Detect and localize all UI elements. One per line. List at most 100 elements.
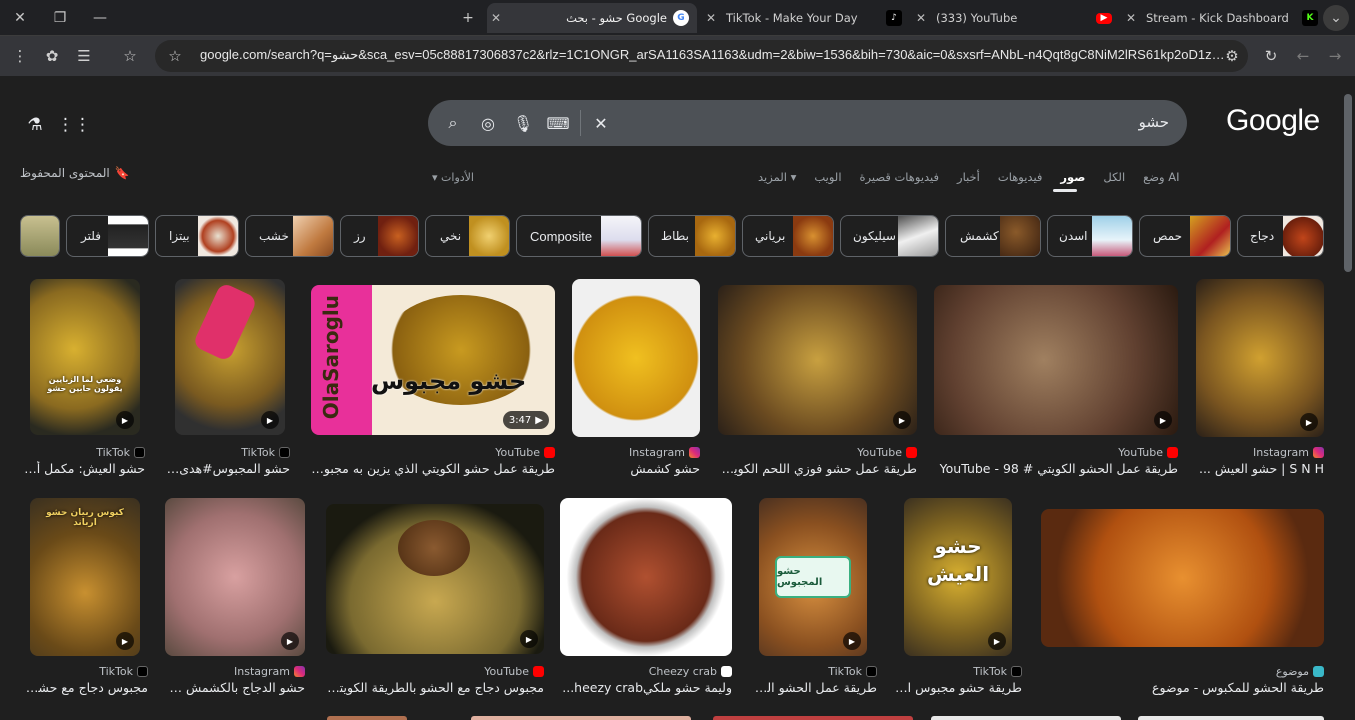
mawdoo3-icon [1313, 666, 1324, 677]
menu-dots-icon[interactable]: ⋮ [8, 44, 32, 68]
tab-ai-mode[interactable]: وضع AI [1143, 170, 1179, 184]
search-box[interactable]: ⌕ ◎ 🎙 ⌨ ✕ حشو [428, 100, 1187, 146]
bookmark-star-icon[interactable]: ☆ [118, 44, 142, 68]
result-title: حشو الدجاج بالكشمش والد... [165, 680, 305, 695]
scrollbar-thumb[interactable] [1344, 94, 1352, 272]
reading-list-icon[interactable]: ☰ [72, 44, 96, 68]
tab-title: (333) YouTube [936, 11, 1018, 25]
chip-silicone[interactable]: سيليكون [840, 215, 939, 257]
minimize-window-icon[interactable]: — [86, 4, 114, 32]
play-icon: ▶ [1300, 413, 1318, 431]
result-row2-3[interactable]: ▶ YouTube مجبوس دجاج مع الحشو بالطريقة ا… [326, 498, 544, 698]
image-overlay-text: حشو مجبوس [371, 367, 527, 395]
result-row2-7[interactable]: موضوع طريقة الحشو للمكبوس - موضوع [1041, 498, 1324, 698]
result-row2-1[interactable]: كبوس ربيان حشو ارباند ▶ TikTok مجبوس دجا… [20, 498, 148, 698]
page-scrollbar[interactable] [1341, 76, 1355, 720]
result-title: طريقة عمل الحشو الكو... [749, 680, 877, 695]
divider [580, 110, 581, 136]
result-row1-5[interactable]: ▶ YouTube طريقة عمل حشو فوزي اللحم الكوي… [718, 279, 917, 479]
chip-chicken[interactable]: دجاج [1237, 215, 1324, 257]
play-icon: ▶ [520, 630, 538, 648]
selected-tab-indicator [1053, 189, 1077, 192]
tab-tiktok[interactable]: ✕ TikTok - Make Your Day ♪ [702, 3, 902, 33]
close-tab-icon[interactable]: ✕ [702, 11, 720, 25]
chicken-shape [398, 520, 470, 576]
tiktok-icon [866, 666, 877, 677]
extension-icon[interactable]: ✿ [40, 44, 64, 68]
result-image: OlaSaroglu حشو مجبوس 3:47 ▶ [311, 285, 555, 435]
result-source: TikTok [99, 665, 148, 678]
chip-biryani[interactable]: برياني [742, 215, 834, 257]
chip-image [1283, 216, 1323, 256]
tab-images[interactable]: صور [1060, 170, 1085, 184]
chip-image [293, 216, 333, 256]
tab-videos[interactable]: فيديوهات [998, 170, 1043, 184]
toolbar: ⋮ ✿ ☰ ☆ ☆ google.com/search?q=حشو&sca_es… [0, 36, 1355, 76]
new-tab-button[interactable]: + [454, 4, 482, 32]
url-text[interactable]: google.com/search?q=حشو&sca_esv=05c88817… [200, 47, 1225, 63]
back-icon[interactable]: ← [1291, 44, 1315, 68]
chip-composite[interactable]: Composite [516, 215, 642, 257]
tab-search-chevron-icon[interactable]: ⌄ [1323, 5, 1349, 31]
result-image: ▶ [934, 285, 1178, 435]
google-logo[interactable]: Google [1226, 104, 1320, 138]
chip-wood[interactable]: خشب [245, 215, 334, 257]
chip-label: حمص [1153, 229, 1183, 243]
close-window-icon[interactable]: ✕ [6, 4, 34, 32]
result-row2-2[interactable]: ▶ Instagram حشو الدجاج بالكشمش والد... [165, 498, 305, 698]
saved-label: المحتوى المحفوظ [20, 166, 110, 180]
result-title: طريقة عمل حشو فوزي اللحم الكويتي -... [718, 461, 917, 476]
chip-label: بيتزا [169, 229, 190, 243]
tab-kick[interactable]: ✕ Stream - Kick Dashboard K [1122, 3, 1318, 33]
lens-icon[interactable]: ◎ [477, 112, 499, 134]
microphone-icon[interactable]: 🎙 [512, 112, 534, 134]
result-row1-3[interactable]: OlaSaroglu حشو مجبوس 3:47 ▶ YouTube طريقة… [311, 279, 555, 479]
chip-chickpea-alt[interactable]: نخي [425, 215, 510, 257]
result-row1-4[interactable]: Instagram حشو كشمش [572, 279, 700, 479]
result-image: وضعي لما الزبايين يقولون حابين حشو ▶ [30, 279, 140, 435]
keyboard-icon[interactable]: ⌨ [546, 112, 569, 134]
apps-grid-icon[interactable]: ⋮⋮ [57, 112, 91, 138]
tab-youtube[interactable]: ✕ (333) YouTube ▶ [912, 3, 1112, 33]
reload-icon[interactable]: ↻ [1259, 44, 1283, 68]
restore-window-icon[interactable]: ❐ [46, 4, 74, 32]
result-row3-peek [931, 716, 1121, 720]
instagram-icon [1313, 447, 1324, 458]
address-bar[interactable]: ☆ google.com/search?q=حشو&sca_esv=05c888… [155, 40, 1248, 72]
result-row2-5[interactable]: حشو المجبوس ▶ TikTok طريقة عمل الحشو الك… [749, 498, 877, 698]
close-tab-icon[interactable]: ✕ [1122, 11, 1140, 25]
result-row1-7[interactable]: ▶ Instagram S N H | حشو العيش ... [1196, 279, 1324, 479]
tab-web[interactable]: الويب [814, 170, 841, 184]
search-icon[interactable]: ⌕ [442, 112, 464, 134]
chip-filter[interactable]: فلتر [66, 215, 149, 257]
bookmark-page-icon[interactable]: ☆ [163, 44, 187, 68]
tab-short-videos[interactable]: فيديوهات قصيرة [860, 170, 940, 184]
result-image: ▶ [1196, 279, 1324, 437]
chip-chickpeas[interactable]: حمص [1139, 215, 1231, 257]
tools-button[interactable]: ▾ الأدوات [432, 171, 474, 184]
result-row2-6[interactable]: حشو العيش ▶ TikTok طريقة حشو مجبوس الد..… [894, 498, 1022, 698]
chip-asdan[interactable]: اسدن [1047, 215, 1133, 257]
forward-icon[interactable]: → [1323, 44, 1347, 68]
chip-image [1000, 216, 1040, 256]
chip-pizza[interactable]: بيتزا [155, 215, 239, 257]
labs-icon[interactable]: ⚗ [22, 112, 48, 138]
clear-icon[interactable]: ✕ [590, 112, 612, 134]
result-row2-4[interactable]: Cheezy crab وليمة حشو ملكيheezy crab... [560, 498, 732, 698]
result-row1-6[interactable]: ▶ YouTube طريقة عمل الحشو الكويتي # 98 -… [934, 279, 1178, 479]
result-row1-1[interactable]: وضعي لما الزبايين يقولون حابين حشو ▶ Tik… [20, 279, 145, 479]
search-input[interactable]: حشو [1139, 113, 1169, 131]
close-tab-icon[interactable]: ✕ [912, 11, 930, 25]
close-tab-icon[interactable]: ✕ [487, 11, 505, 25]
site-settings-icon[interactable]: ⚙ [1220, 44, 1244, 68]
tab-news[interactable]: أخبار [957, 170, 980, 184]
tab-google-search[interactable]: ✕ حشو - بحث Google G [487, 3, 697, 33]
tab-more[interactable]: المزيد ▾ [758, 170, 796, 184]
chip-more[interactable] [20, 215, 60, 257]
chip-rice[interactable]: رز [340, 215, 419, 257]
chip-potato[interactable]: بطاط [648, 215, 736, 257]
tab-all[interactable]: الكل [1103, 170, 1125, 184]
saved-content-link[interactable]: المحتوى المحفوظ 🔖 [20, 166, 130, 180]
chip-raisins[interactable]: كشمش [945, 215, 1041, 257]
result-row1-2[interactable]: ▶ TikTok حشو المجبوس#هدى_ال... [165, 279, 290, 479]
